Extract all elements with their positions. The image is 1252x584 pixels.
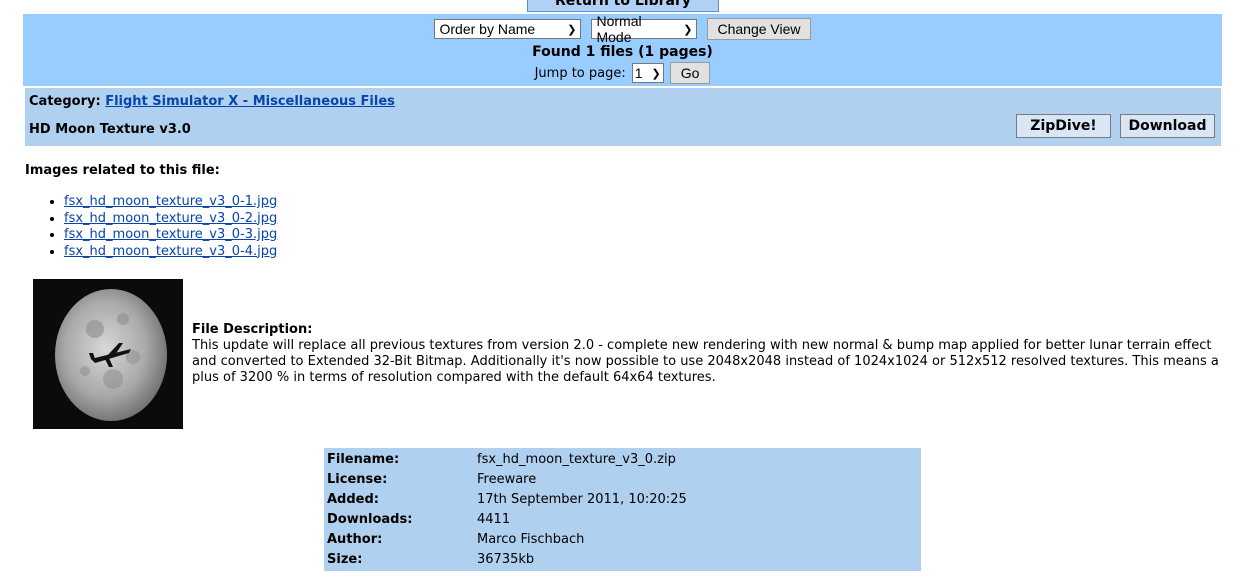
category-label: Category:	[29, 94, 101, 109]
found-count-text: Found 1 files (1 pages)	[532, 44, 713, 60]
info-value: 36735kb	[477, 552, 535, 567]
moon-illustration	[33, 279, 183, 429]
mode-select[interactable]: Normal Mode ❯	[591, 13, 698, 45]
download-button[interactable]: Download	[1120, 114, 1215, 138]
order-select-value: Order by Name	[439, 21, 536, 37]
chevron-down-icon: ❯	[683, 23, 693, 36]
info-value: 17th September 2011, 10:20:25	[477, 492, 687, 507]
list-item: fsx_hd_moon_texture_v3_0-2.jpg	[64, 211, 277, 228]
image-link[interactable]: fsx_hd_moon_texture_v3_0-2.jpg	[64, 211, 277, 226]
info-label: Filename:	[327, 452, 400, 467]
info-value: Marco Fischbach	[477, 532, 585, 547]
file-description: File Description: This update will repla…	[192, 322, 1232, 386]
info-label: Size:	[327, 552, 363, 567]
category-link[interactable]: Flight Simulator X - Miscellaneous Files	[105, 94, 395, 109]
jump-to-page: Jump to page: 1 ❯ Go	[23, 62, 1222, 84]
list-item: fsx_hd_moon_texture_v3_0-3.jpg	[64, 227, 277, 244]
info-label: Author:	[327, 532, 383, 547]
go-button[interactable]: Go	[669, 62, 711, 84]
file-info-table: Filename: fsx_hd_moon_texture_v3_0.zip L…	[324, 448, 921, 571]
file-header-bar: Category: Flight Simulator X - Miscellan…	[25, 88, 1221, 146]
controls-row: Order by Name ❯ Normal Mode ❯ Change Vie…	[23, 13, 1222, 45]
info-value: Freeware	[477, 472, 537, 487]
info-label: Added:	[327, 492, 379, 507]
description-title: File Description:	[192, 322, 313, 337]
image-link[interactable]: fsx_hd_moon_texture_v3_0-3.jpg	[64, 227, 277, 242]
related-images-heading: Images related to this file:	[25, 163, 220, 178]
category-line: Category: Flight Simulator X - Miscellan…	[29, 94, 395, 109]
change-view-button[interactable]: Change View	[707, 18, 811, 40]
file-title: HD Moon Texture v3.0	[29, 122, 191, 137]
view-controls-bar: Order by Name ❯ Normal Mode ❯ Change Vie…	[23, 13, 1222, 86]
info-label: License:	[327, 472, 388, 487]
page-select-value: 1	[634, 65, 643, 81]
page-select[interactable]: 1 ❯	[631, 63, 664, 83]
list-item: fsx_hd_moon_texture_v3_0-4.jpg	[64, 244, 277, 261]
jump-label: Jump to page:	[534, 65, 626, 81]
list-item: fsx_hd_moon_texture_v3_0-1.jpg	[64, 194, 277, 211]
image-link[interactable]: fsx_hd_moon_texture_v3_0-1.jpg	[64, 194, 277, 209]
info-label: Downloads:	[327, 512, 413, 527]
info-value: 4411	[477, 512, 511, 527]
moon-thumbnail-image[interactable]	[33, 279, 183, 429]
description-text: This update will replace all previous te…	[192, 338, 1219, 385]
chevron-down-icon: ❯	[651, 67, 661, 80]
order-select[interactable]: Order by Name ❯	[434, 19, 582, 39]
info-value: fsx_hd_moon_texture_v3_0.zip	[477, 452, 676, 467]
mode-select-value: Normal Mode	[596, 13, 642, 45]
related-images-list: fsx_hd_moon_texture_v3_0-1.jpg fsx_hd_mo…	[40, 194, 277, 260]
return-to-library-button[interactable]: Return to Library	[527, 0, 719, 12]
image-link[interactable]: fsx_hd_moon_texture_v3_0-4.jpg	[64, 244, 277, 259]
zipdive-button[interactable]: ZipDive!	[1016, 114, 1111, 138]
chevron-down-icon: ❯	[567, 23, 577, 36]
